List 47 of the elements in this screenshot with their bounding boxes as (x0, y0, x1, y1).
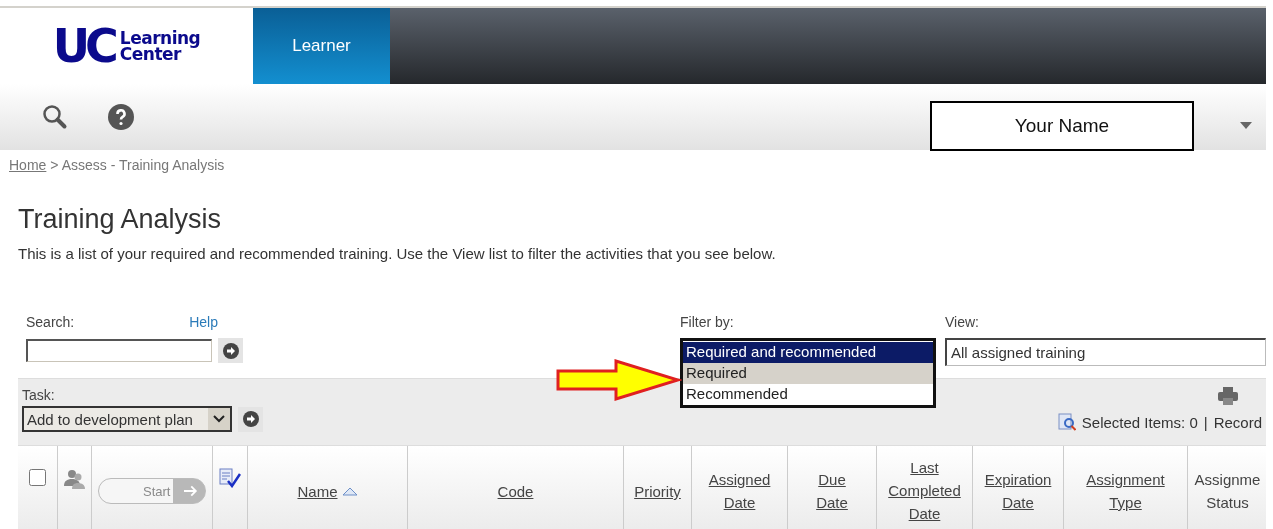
view-label: View: (945, 314, 980, 330)
people-icon (63, 469, 86, 489)
printer-icon[interactable] (1218, 387, 1238, 405)
home-link[interactable]: Home (9, 157, 47, 173)
page-description: This is a list of your required and recommended training. Use the View list to filter the activities that you see below. (18, 245, 777, 262)
separator: | (1203, 413, 1208, 431)
breadcrumb-text: > Assess - Training Analysis (50, 157, 225, 173)
record-text: Record (1213, 413, 1262, 431)
go-button[interactable] (238, 406, 263, 432)
column-header-link[interactable]: Due Date (816, 468, 848, 514)
arrow-circle-icon (222, 342, 239, 359)
select-all-checkbox[interactable] (29, 469, 46, 486)
view-select[interactable]: All assigned training (945, 338, 1266, 366)
filter-option[interactable]: Required (683, 363, 933, 384)
logo-text: Center (119, 46, 182, 62)
user-name-field[interactable]: Your Name (930, 101, 1194, 151)
column-header-link[interactable]: Priority (634, 480, 681, 503)
chevron-icon (213, 415, 225, 423)
help-icon[interactable] (108, 104, 134, 130)
go-button[interactable] (218, 338, 243, 363)
search-label: Search: (26, 314, 75, 330)
selected-items-count: Selected Items: 0 (1081, 413, 1198, 431)
arrow-circle-icon (242, 411, 259, 427)
task-label: Task: (22, 387, 56, 403)
logo-text: Learning (119, 30, 201, 46)
search-icon[interactable] (42, 104, 68, 130)
column-header-link[interactable]: Expiration Date (984, 468, 1052, 514)
column-header-link[interactable]: Name (297, 480, 358, 503)
nav-tab[interactable]: Learner (253, 8, 390, 84)
search-field[interactable] (26, 339, 212, 362)
help-link[interactable]: Help (189, 314, 218, 330)
caret-icon[interactable] (1240, 122, 1252, 130)
task-select[interactable]: Add to development plan (22, 406, 232, 432)
page-title: Training Analysis (18, 204, 223, 235)
column-header-link[interactable]: Assignment Type (1086, 468, 1165, 514)
arrow-icon (184, 485, 199, 497)
column-header-link[interactable]: Last Completed Date (888, 456, 961, 525)
logo-mark: UC (52, 23, 114, 69)
filter-label: Filter by: (680, 314, 735, 330)
document-check-icon[interactable] (219, 468, 241, 488)
column-header-link[interactable]: Assigned Date (708, 468, 771, 514)
filter-option[interactable]: Required and recommended (683, 342, 933, 363)
column-label: Assignme Status (1194, 470, 1261, 513)
filter-listbox[interactable]: Required and recommended Required Recommended (680, 338, 936, 408)
column-header-link[interactable]: Code (497, 480, 534, 503)
report-search-icon[interactable] (1057, 413, 1076, 431)
sort-up-icon (341, 487, 358, 496)
